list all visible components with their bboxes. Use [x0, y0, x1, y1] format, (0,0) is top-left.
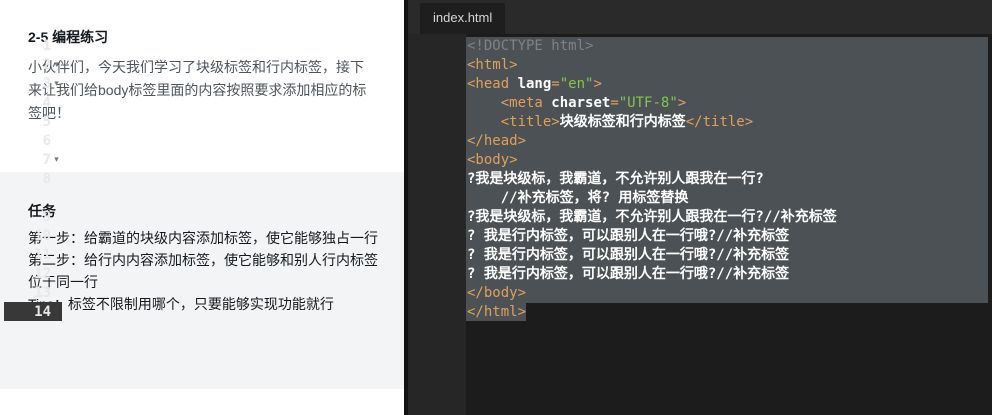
line-number: 6: [42, 133, 51, 149]
code-line-6[interactable]: </head>: [467, 132, 992, 151]
text: ? 我是行内标签，可以跟别人在一行哦?//补充标签: [467, 228, 790, 244]
code-line-8-wrap[interactable]: //补充标签，将? 用标签替换: [467, 189, 992, 208]
code-line-3[interactable]: <head lang="en">: [467, 75, 992, 94]
tag: </body>: [467, 285, 527, 301]
tab-index-html[interactable]: index.html: [420, 3, 506, 34]
attribute: charset: [551, 95, 611, 111]
code-line-2[interactable]: <html>: [467, 56, 992, 75]
text: 块级标签和行内标签: [559, 114, 686, 130]
line-number: 2: [42, 57, 51, 73]
task-step-1: 第一步：给霸道的块级内容添加标签，使它能够独占一行: [28, 230, 378, 246]
equals: =: [610, 95, 619, 111]
line-number: 12: [34, 266, 51, 282]
doctype: <!DOCTYPE html>: [467, 38, 594, 54]
line-number: 8: [42, 171, 51, 187]
code-line-5[interactable]: <title>块级标签和行内标签</title>: [467, 113, 992, 132]
tag: >: [677, 95, 687, 111]
code-line-10[interactable]: ? 我是行内标签，可以跟别人在一行哦?//补充标签: [467, 227, 992, 246]
attribute-value: "UTF-8": [618, 95, 678, 111]
code-line-4[interactable]: <meta charset="UTF-8">: [467, 94, 992, 113]
text: ?我是块级标，我霸道，不允许别人跟我在一行?//补充标签: [467, 209, 837, 225]
code-line-1[interactable]: <!DOCTYPE html>: [467, 37, 992, 56]
code-line-7[interactable]: <body>: [467, 151, 992, 170]
line-number: 3: [42, 76, 51, 92]
line-number: 10: [34, 228, 51, 244]
tag: <html>: [467, 57, 518, 73]
line-number: 7: [42, 152, 51, 168]
tag: >: [593, 76, 602, 92]
exercise-description: 小伙伴们，今天我们学习了块级标签和行内标签，接下来让我们给body标签里面的内容…: [28, 59, 367, 121]
line-number: 14: [34, 304, 51, 320]
code-line-9[interactable]: ?我是块级标，我霸道，不允许别人跟我在一行?//补充标签: [467, 208, 992, 227]
text: ? 我是行内标签，可以跟别人在一行哦?//补充标签: [467, 266, 790, 282]
tag: </head>: [467, 133, 527, 149]
line-number: 11: [34, 247, 51, 263]
text: ?我是块级标，我霸道，不允许别人跟我在一行?: [467, 171, 764, 187]
attribute: lang: [517, 76, 552, 92]
tag: </title>: [685, 114, 754, 130]
tag: <meta: [500, 95, 552, 111]
code-line-13[interactable]: </body>: [467, 284, 992, 303]
line-number: 4: [42, 95, 51, 111]
tag: <body>: [467, 152, 518, 168]
code-line-12[interactable]: ? 我是行内标签，可以跟别人在一行哦?//补充标签: [467, 265, 992, 284]
fold-arrow-icon[interactable]: ▾: [52, 151, 61, 170]
task-section: 任务 第一步：给霸道的块级内容添加标签，使它能够独占一行 第二步：给行内内容添加…: [0, 172, 404, 389]
tag: </html>: [467, 304, 527, 320]
editor-tab-bar: index.html: [408, 0, 992, 34]
line-number: 5: [42, 114, 51, 130]
task-tips: Tips：标签不限制用哪个，只要能够实现功能就行: [28, 296, 334, 312]
equals: =: [551, 76, 560, 92]
task-step-2: 第二步：给行内内容添加标签，使它能够和别人行内标签位于同一行: [28, 252, 378, 290]
code-line-8[interactable]: ?我是块级标，我霸道，不允许别人跟我在一行?: [467, 170, 992, 189]
tag: <head: [467, 76, 518, 92]
fold-arrow-icon[interactable]: ▾: [52, 75, 61, 94]
code-line-11[interactable]: ? 我是行内标签，可以跟别人在一行哦?//补充标签: [467, 246, 992, 265]
text: //补充标签，将? 用标签替换: [467, 190, 689, 206]
line-number: 13: [34, 285, 51, 301]
line-number: 9: [42, 209, 51, 225]
tag: <title>: [500, 114, 560, 130]
code-line-14[interactable]: </html>: [467, 303, 992, 322]
fold-arrow-icon[interactable]: ▾: [52, 56, 61, 75]
task-steps: 第一步：给霸道的块级内容添加标签，使它能够独占一行 第二步：给行内内容添加标签，…: [28, 227, 378, 315]
text: ? 我是行内标签，可以跟别人在一行哦?//补充标签: [467, 247, 790, 263]
attribute-value: "en": [559, 76, 594, 92]
line-number: 1: [42, 38, 51, 54]
line-number-gutter: [408, 34, 466, 415]
